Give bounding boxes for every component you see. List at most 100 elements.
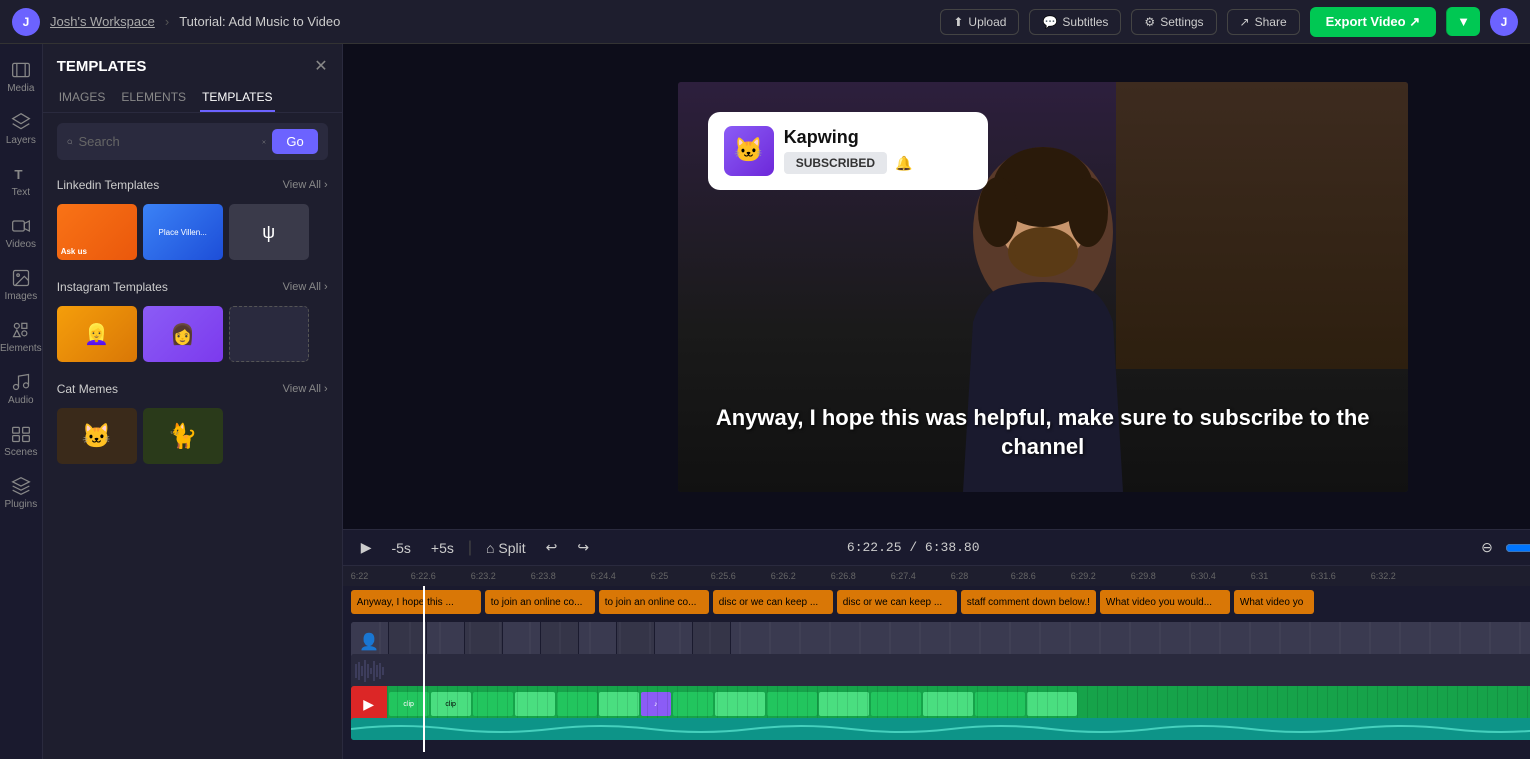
zoom-out-icon[interactable]: ⊖: [1475, 536, 1499, 559]
gear-icon: ⚙: [1144, 15, 1155, 29]
linkedin-view-all[interactable]: View All ›: [283, 179, 328, 191]
audio-wave-row[interactable]: [351, 654, 1530, 688]
zoom-slider[interactable]: [1505, 540, 1530, 556]
share-button[interactable]: ↗ Share: [1227, 9, 1300, 35]
subscribed-button[interactable]: SUBSCRIBED: [784, 152, 887, 174]
play-button[interactable]: ▶: [355, 536, 378, 559]
video-container[interactable]: Anyway, I hope this was helpful, make su…: [343, 44, 1530, 529]
instagram-view-all[interactable]: View All ›: [283, 281, 328, 293]
panel-header: TEMPLATES ✕: [43, 44, 342, 84]
split-icon: ⌂: [486, 540, 494, 556]
timeline-tracks[interactable]: Anyway, I hope this ... to join an onlin…: [343, 586, 1530, 759]
panel-close-button[interactable]: ✕: [314, 56, 327, 76]
minus5-button[interactable]: -5s: [385, 537, 416, 559]
linkedin-template-2[interactable]: Place Villen...: [143, 204, 223, 260]
tab-images[interactable]: IMAGES: [57, 84, 108, 112]
search-icon: [67, 135, 73, 149]
timeline-area: ▶ -5s +5s | ⌂ Split ↩ ↪ 6:22.25 / 6:38.8…: [343, 529, 1530, 759]
sidebar-label-elements: Elements: [0, 343, 42, 354]
tab-elements[interactable]: ELEMENTS: [119, 84, 188, 112]
subtitle-clip-1[interactable]: Anyway, I hope this ...: [351, 590, 481, 614]
icon-sidebar: Media Layers T Text Videos Images Elemen…: [0, 44, 43, 759]
export-video-button[interactable]: Export Video ↗: [1310, 7, 1436, 37]
music-clips-row[interactable]: ▶ clip clip: [351, 686, 1530, 722]
sidebar-item-scenes[interactable]: Scenes: [0, 416, 42, 466]
settings-button[interactable]: ⚙ Settings: [1131, 9, 1216, 35]
subtitle-overlay: Anyway, I hope this was helpful, make su…: [678, 404, 1408, 461]
linkedin-template-grid: Ask us Place Villen... ψ: [43, 198, 342, 266]
clear-icon[interactable]: [261, 135, 267, 149]
redo-button[interactable]: ↪: [571, 536, 595, 559]
sidebar-item-media[interactable]: Media: [0, 52, 42, 102]
subtitle-clip-8[interactable]: What video yo: [1234, 590, 1314, 614]
sidebar-item-videos[interactable]: Videos: [0, 208, 42, 258]
upload-button[interactable]: ⬆ Upload: [940, 9, 1019, 35]
upload-icon: ⬆: [953, 15, 963, 29]
user-avatar[interactable]: J: [1490, 8, 1518, 36]
catmemes-view-all[interactable]: View All ›: [283, 383, 328, 395]
search-input[interactable]: [79, 134, 255, 149]
instagram-template-3[interactable]: [229, 306, 309, 362]
undo-button[interactable]: ↩: [540, 536, 564, 559]
instagram-template-grid: 👱‍♀️ 👩: [43, 300, 342, 368]
split-button[interactable]: ⌂ Split: [480, 537, 532, 559]
audio-waveform-track: [351, 654, 1530, 682]
subtitle-clip-5[interactable]: disc or we can keep ...: [837, 590, 957, 614]
tab-templates[interactable]: TEMPLATES: [200, 84, 274, 112]
sidebar-item-layers[interactable]: Layers: [0, 104, 42, 154]
linkedin-title: Linkedin Templates: [57, 178, 160, 192]
catmemes-template-1[interactable]: 🐱: [57, 408, 137, 464]
instagram-template-2[interactable]: 👩: [143, 306, 223, 362]
subtitle-clip-7[interactable]: What video you would...: [1100, 590, 1230, 614]
export-icon: ↗: [1409, 14, 1420, 29]
export-dropdown-button[interactable]: ▼: [1446, 7, 1480, 36]
subtitle-clips-row: Anyway, I hope this ... to join an onlin…: [351, 590, 1530, 614]
bell-button[interactable]: 🔔: [895, 155, 912, 172]
scenes-icon: [11, 424, 31, 444]
main-layout: Media Layers T Text Videos Images Elemen…: [0, 44, 1530, 759]
topbar-actions: ⬆ Upload 💬 Subtitles ⚙ Settings ↗ Share …: [940, 7, 1518, 37]
sidebar-label-videos: Videos: [6, 239, 36, 250]
sidebar-label-plugins: Plugins: [4, 499, 37, 510]
sidebar-item-elements[interactable]: Elements: [0, 312, 42, 362]
sidebar-item-plugins[interactable]: Plugins: [0, 468, 42, 518]
sidebar-label-scenes: Scenes: [4, 447, 37, 458]
sidebar-item-audio[interactable]: Audio: [0, 364, 42, 414]
linkedin-template-3[interactable]: ψ: [229, 204, 309, 260]
teal-track-row[interactable]: [351, 718, 1530, 740]
ruler-marks: 6:22 6:22.6 6:23.2 6:23.8 6:24.4 6:25 6:…: [351, 571, 1530, 581]
subtitle-clip-6[interactable]: staff comment down below.!: [961, 590, 1096, 614]
catmemes-template-grid: 🐱 🐈: [43, 402, 342, 470]
share-icon: ↗: [1240, 15, 1250, 29]
sidebar-label-images: Images: [4, 291, 37, 302]
sidebar-label-text: Text: [12, 187, 30, 198]
subscribe-popup: 🐱 Kapwing SUBSCRIBED 🔔: [708, 112, 988, 190]
tracks-wrapper: Anyway, I hope this ... to join an onlin…: [343, 586, 1530, 752]
subtitle-clip-2[interactable]: to join an online co...: [485, 590, 595, 614]
subtitle-clip-4[interactable]: disc or we can keep ...: [713, 590, 833, 614]
instagram-template-1[interactable]: 👱‍♀️: [57, 306, 137, 362]
template-content: Linkedin Templates View All › Ask us Pla…: [43, 172, 342, 759]
subtitles-button[interactable]: 💬 Subtitles: [1029, 9, 1121, 35]
timeline-ruler: 6:22 6:22.6 6:23.2 6:23.8 6:24.4 6:25 6:…: [343, 566, 1530, 586]
subtitle-track: Anyway, I hope this ... to join an onlin…: [351, 590, 1530, 618]
playhead[interactable]: [423, 586, 425, 752]
workspace-logo: J: [12, 8, 40, 36]
subtitle-clip-3[interactable]: to join an online co...: [599, 590, 709, 614]
video-track: 👤: [351, 622, 1530, 650]
subtitle-text: Anyway, I hope this was helpful, make su…: [698, 404, 1388, 461]
canvas-area: Anyway, I hope this was helpful, make su…: [343, 44, 1530, 759]
panel-title: TEMPLATES: [57, 58, 147, 75]
linkedin-section-header: Linkedin Templates View All ›: [43, 172, 342, 198]
workspace-link[interactable]: Josh's Workspace: [50, 14, 155, 29]
sidebar-item-text[interactable]: T Text: [0, 156, 42, 206]
search-go-button[interactable]: Go: [272, 129, 317, 154]
sidebar-item-images[interactable]: Images: [0, 260, 42, 310]
linkedin-template-1[interactable]: Ask us: [57, 204, 137, 260]
timeline-controls: ▶ -5s +5s | ⌂ Split ↩ ↪ 6:22.25 / 6:38.8…: [343, 530, 1530, 566]
search-bar: Go: [57, 123, 328, 160]
svg-text:T: T: [14, 167, 22, 182]
catmemes-title: Cat Memes: [57, 382, 118, 396]
plus5-button[interactable]: +5s: [425, 537, 460, 559]
catmemes-template-2[interactable]: 🐈: [143, 408, 223, 464]
